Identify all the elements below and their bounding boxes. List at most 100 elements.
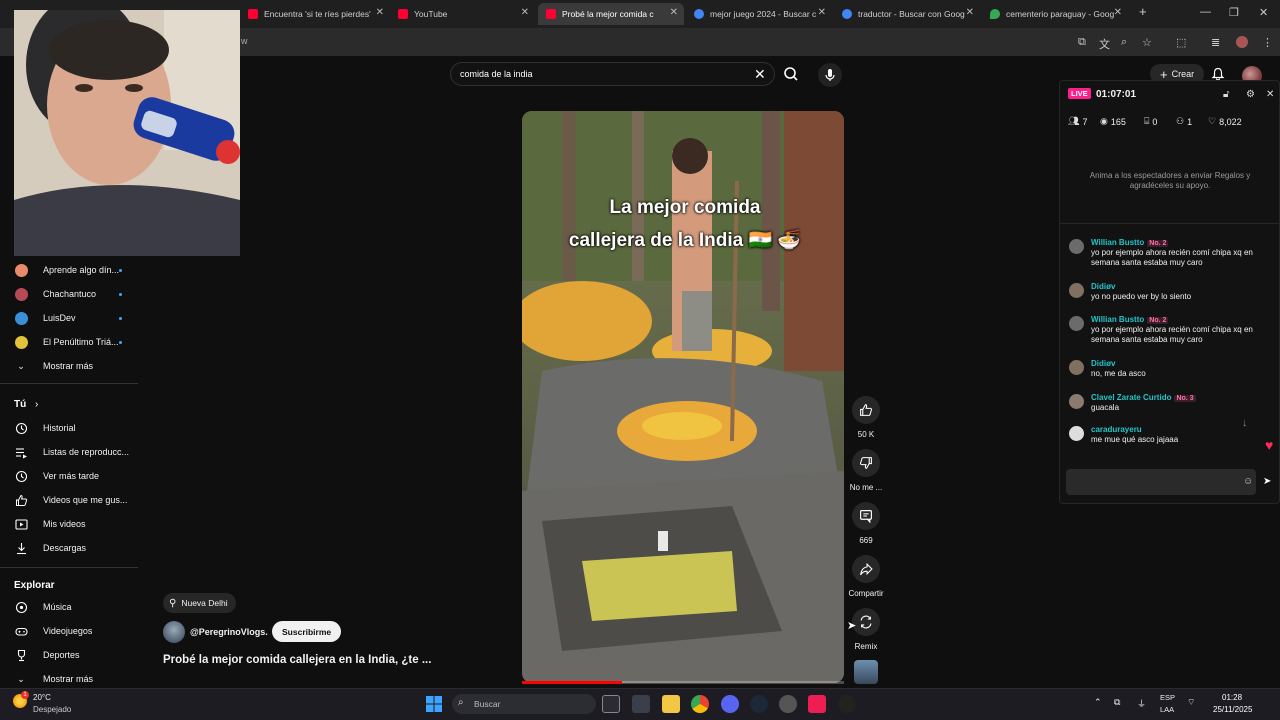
comments-button[interactable]: 669: [848, 502, 884, 545]
zoom-icon[interactable]: ⌕: [1121, 36, 1127, 49]
clock-date[interactable]: 25/11/2025: [1213, 705, 1252, 714]
location-chip[interactable]: ⚲ Nueva Delhi: [163, 593, 236, 613]
chat-username[interactable]: Didiøv: [1091, 359, 1115, 368]
obs-icon[interactable]: [779, 695, 797, 713]
likes-stat: ♡ 8,022: [1208, 116, 1242, 127]
sidebar-item-downloads[interactable]: Descargas: [14, 537, 140, 559]
comment-count: 669: [859, 536, 873, 545]
browser-tab[interactable]: YouTube ✕: [390, 3, 535, 25]
search-button[interactable]: [778, 63, 804, 85]
task-view-icon[interactable]: [602, 695, 620, 713]
discord-icon[interactable]: [721, 695, 739, 713]
tray-overflow-icon[interactable]: ⌃: [1094, 697, 1102, 708]
likes-count: 8,022: [1219, 116, 1242, 127]
sidebar-item-watch-later[interactable]: Ver más tarde: [14, 465, 140, 487]
minimize-icon[interactable]: —: [1200, 6, 1211, 18]
keyboard-layout[interactable]: LAA: [1160, 705, 1174, 714]
chat-username[interactable]: Clavel Zarate Curtido No. 3: [1091, 393, 1196, 402]
clear-search-icon[interactable]: ✕: [754, 66, 766, 83]
bookmark-star-icon[interactable]: ☆: [1142, 36, 1152, 49]
maximize-icon[interactable]: ❐: [1229, 6, 1239, 19]
search-input[interactable]: comida de la india: [460, 69, 533, 79]
dislike-button[interactable]: No me ...: [848, 449, 884, 492]
sidebar-item-label: Deportes: [43, 650, 80, 660]
like-button[interactable]: 50 K: [848, 396, 884, 439]
tiktok-live-icon[interactable]: [808, 695, 826, 713]
extensions-icon[interactable]: ⬚: [1176, 36, 1186, 49]
search-box[interactable]: comida de la india: [450, 62, 775, 86]
language-indicator[interactable]: ESP: [1160, 693, 1175, 702]
close-tab-icon[interactable]: ✕: [376, 7, 384, 18]
address-fragment[interactable]: w: [241, 36, 248, 46]
share-button[interactable]: Compartir: [848, 555, 884, 598]
scroll-down-icon[interactable]: ↓: [1242, 417, 1248, 429]
sidebar-channel[interactable]: El Penúltimo Triá...: [14, 331, 140, 353]
dislike-label: No me ...: [849, 483, 883, 492]
steam-icon[interactable]: [750, 695, 768, 713]
emoji-icon[interactable]: ☺: [1243, 476, 1253, 487]
close-tab-icon[interactable]: ✕: [670, 7, 678, 18]
profile-avatar[interactable]: [1236, 36, 1248, 48]
search-icon: [784, 67, 798, 81]
windows-start-icon[interactable]: [426, 696, 442, 712]
close-panel-icon[interactable]: ✕: [1266, 89, 1274, 100]
chat-username[interactable]: Willian Bustto No. 2: [1091, 315, 1169, 324]
reading-list-icon[interactable]: ≣: [1211, 36, 1220, 49]
browser-menu-icon[interactable]: ⋮: [1262, 36, 1273, 49]
chat-username[interactable]: caradurayeru: [1091, 425, 1142, 434]
browser-tab[interactable]: cementerio paraguay - Goog ✕: [982, 3, 1128, 25]
mic-tray-icon[interactable]: ⏚: [1137, 697, 1146, 710]
browser-tab[interactable]: Encuentra 'si te ríes pierdes' ✕: [240, 3, 390, 25]
chevron-down-icon: ⌄: [17, 673, 25, 684]
browser-tab-active[interactable]: Probé la mejor comida c ✕: [538, 3, 684, 25]
lock-icon[interactable]: 🔓︎: [1223, 89, 1229, 100]
video-progress-track[interactable]: [522, 681, 844, 684]
close-tab-icon[interactable]: ✕: [966, 7, 974, 18]
heart-icon: ♡: [1208, 116, 1217, 126]
chrome-icon[interactable]: [691, 695, 709, 713]
send-icon[interactable]: ➤: [1263, 476, 1271, 487]
wifi-icon[interactable]: ⌔: [1187, 697, 1195, 708]
clock-time[interactable]: 01:28: [1222, 693, 1242, 702]
weather-description[interactable]: Despejado: [33, 705, 71, 714]
sidebar-item-my-videos[interactable]: Mis videos: [14, 513, 140, 535]
sidebar-show-more[interactable]: ⌄ Mostrar más: [14, 668, 140, 690]
sidebar-show-more[interactable]: ⌄ Mostrar más: [14, 355, 140, 377]
close-tab-icon[interactable]: ✕: [1114, 7, 1122, 18]
chat-input[interactable]: [1066, 469, 1256, 495]
close-tab-icon[interactable]: ✕: [521, 7, 529, 18]
sidebar-channel[interactable]: Chachantuco: [14, 283, 140, 305]
sidebar-channel[interactable]: Aprende algo dín...: [14, 259, 140, 281]
share-label: Compartir: [848, 589, 884, 598]
close-tab-icon[interactable]: ✕: [818, 7, 826, 18]
file-explorer-icon[interactable]: [662, 695, 680, 713]
sidebar-you-header[interactable]: Tú ›: [14, 399, 38, 410]
new-tab-button[interactable]: +: [1139, 4, 1147, 19]
chat-username[interactable]: Didiøv: [1091, 282, 1115, 291]
subscribe-button[interactable]: Suscribirme: [272, 621, 342, 642]
voice-search-button[interactable]: [818, 63, 842, 87]
sidebar-item-gaming[interactable]: Videojuegos: [14, 620, 140, 642]
sidebar-item-sports[interactable]: Deportes: [14, 644, 140, 666]
sidebar-item-music[interactable]: Música: [14, 596, 140, 618]
translate-icon[interactable]: 文: [1099, 36, 1110, 52]
calculator-icon[interactable]: [632, 695, 650, 713]
chat-username[interactable]: Willian Bustto No. 2: [1091, 238, 1169, 247]
browser-tab[interactable]: traductor - Buscar con Goog ✕: [834, 3, 980, 25]
cast-icon[interactable]: ⧉: [1078, 36, 1086, 49]
network-icon[interactable]: ⧉: [1114, 697, 1120, 708]
weather-temperature[interactable]: 20°C: [33, 693, 51, 702]
sound-thumbnail[interactable]: [854, 660, 878, 684]
channel-name[interactable]: @PeregrinoVlogs.: [190, 627, 268, 637]
sidebar-item-historial[interactable]: Historial: [14, 417, 140, 439]
sidebar-item-playlists[interactable]: Listas de reproducc...: [14, 441, 140, 463]
video-title[interactable]: Probé la mejor comida callejera en la In…: [163, 654, 431, 666]
close-window-icon[interactable]: ✕: [1259, 6, 1268, 19]
sidebar-item-liked[interactable]: Videos que me gus...: [14, 489, 140, 511]
channel-avatar[interactable]: [163, 621, 185, 643]
browser-tab[interactable]: mejor juego 2024 - Buscar c ✕: [686, 3, 832, 25]
settings-icon[interactable]: ⚙: [1246, 89, 1255, 100]
gifts-stat: ⌸ 0: [1144, 116, 1157, 127]
app-icon[interactable]: [838, 695, 856, 713]
sidebar-channel[interactable]: LuisDev: [14, 307, 140, 329]
